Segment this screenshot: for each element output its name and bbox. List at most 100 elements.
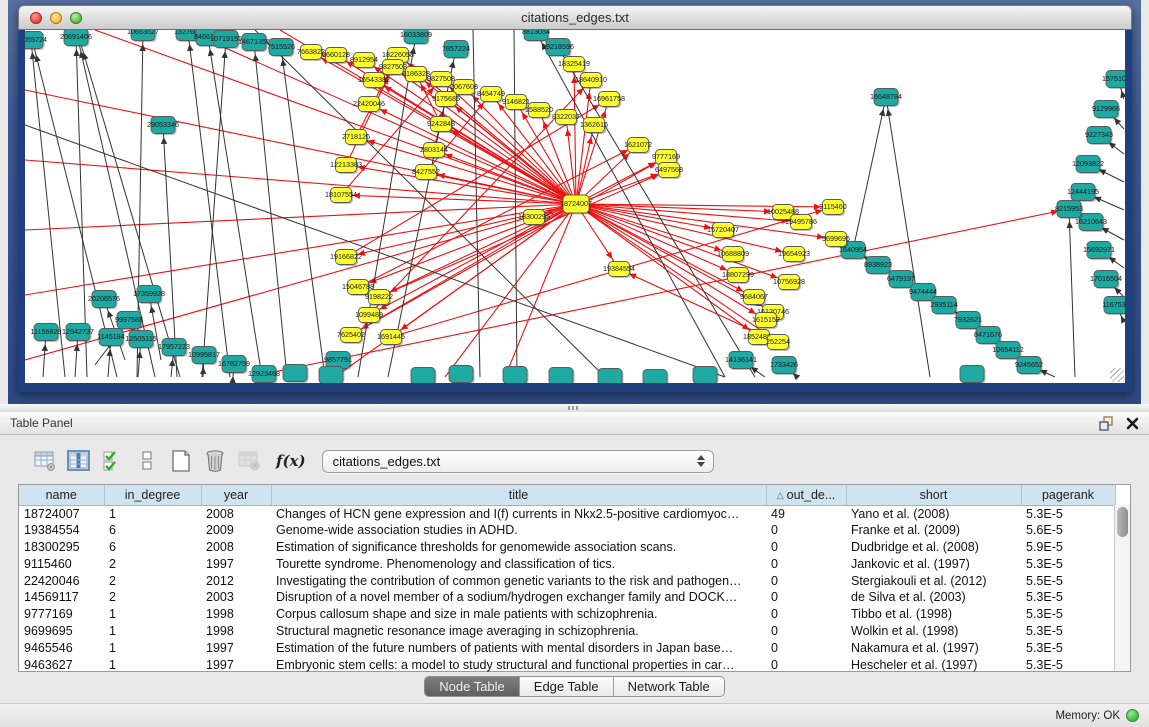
- table-cell[interactable]: 0: [766, 589, 846, 606]
- window-resize-grip[interactable]: [1110, 368, 1124, 382]
- table-cell[interactable]: 1997: [201, 555, 271, 572]
- table-cell[interactable]: de Silva et al. (2003): [846, 589, 1021, 606]
- table-cell[interactable]: 5.3E-5: [1021, 505, 1115, 522]
- edge-black[interactable]: [1069, 209, 1075, 377]
- tab-edge-table[interactable]: Edge Table: [520, 677, 614, 696]
- edge-red[interactable]: [25, 204, 576, 230]
- table-cell[interactable]: 9699695: [19, 623, 104, 640]
- table-cell[interactable]: 2003: [201, 589, 271, 606]
- table-cell[interactable]: 0: [766, 555, 846, 572]
- table-cell[interactable]: 5.3E-5: [1021, 656, 1115, 673]
- select-rows-icon[interactable]: [98, 447, 128, 475]
- table-row[interactable]: 946362711997Embryonic stem cells: a mode…: [19, 656, 1115, 673]
- table-cell[interactable]: 1998: [201, 606, 271, 623]
- table-cell[interactable]: 49: [766, 505, 846, 522]
- table-row[interactable]: 2242004622012Investigating the contribut…: [19, 572, 1115, 589]
- table-row[interactable]: 911546021997Tourette syndrome. Phenomeno…: [19, 555, 1115, 572]
- table-cell[interactable]: 9463627: [19, 656, 104, 673]
- tab-node-table[interactable]: Node Table: [425, 677, 520, 696]
- edge-red[interactable]: [25, 204, 576, 295]
- table-cell[interactable]: Tibbo et al. (1998): [846, 606, 1021, 623]
- column-header-name[interactable]: name: [19, 485, 104, 505]
- close-panel-icon[interactable]: [1126, 417, 1139, 430]
- table-cell[interactable]: 6: [104, 522, 201, 539]
- table-cell[interactable]: 2: [104, 589, 201, 606]
- graph-node-teal[interactable]: [449, 366, 473, 383]
- table-cell[interactable]: 0: [766, 656, 846, 673]
- create-column-icon[interactable]: [166, 447, 196, 475]
- table-cell[interactable]: Investigating the contribution of common…: [271, 572, 766, 589]
- table-cell[interactable]: 22420046: [19, 572, 104, 589]
- table-cell[interactable]: 9777169: [19, 606, 104, 623]
- table-scrollbar[interactable]: [1114, 505, 1130, 671]
- table-cell[interactable]: Embryonic stem cells: a model to study s…: [271, 656, 766, 673]
- table-cell[interactable]: 1998: [201, 623, 271, 640]
- table-cell[interactable]: 5.3E-5: [1021, 555, 1115, 572]
- table-row[interactable]: 977716911998Corpus callosum shape and si…: [19, 606, 1115, 623]
- table-row[interactable]: 1456911722003Disruption of a novel membe…: [19, 589, 1115, 606]
- table-cell[interactable]: 19384554: [19, 522, 104, 539]
- float-panel-icon[interactable]: [1099, 416, 1114, 431]
- table-cell[interactable]: 9465546: [19, 639, 104, 656]
- table-cell[interactable]: 6: [104, 539, 201, 556]
- table-cell[interactable]: Dudbridge et al. (2008): [846, 539, 1021, 556]
- table-cell[interactable]: Franke et al. (2009): [846, 522, 1021, 539]
- table-cell[interactable]: 1: [104, 623, 201, 640]
- table-cell[interactable]: 1997: [201, 656, 271, 673]
- graph-node-teal[interactable]: [411, 368, 435, 385]
- table-selector-dropdown[interactable]: citations_edges.txt: [322, 450, 714, 473]
- table-cell[interactable]: Corpus callosum shape and size in male p…: [271, 606, 766, 623]
- table-cell[interactable]: Changes of HCN gene expression and I(f) …: [271, 505, 766, 522]
- table-row[interactable]: 969969511998Structural magnetic resonanc…: [19, 623, 1115, 640]
- table-cell[interactable]: 5.9E-5: [1021, 539, 1115, 556]
- table-cell[interactable]: 0: [766, 539, 846, 556]
- table-cell[interactable]: 2012: [201, 572, 271, 589]
- table-cell[interactable]: 2: [104, 555, 201, 572]
- table-cell[interactable]: 2008: [201, 539, 271, 556]
- table-row[interactable]: 946554611997Estimation of the future num…: [19, 639, 1115, 656]
- table-cell[interactable]: Genome-wide association studies in ADHD.: [271, 522, 766, 539]
- graph-node-teal[interactable]: [549, 368, 573, 385]
- table-cell[interactable]: Tourette syndrome. Phenomenology and cla…: [271, 555, 766, 572]
- graph-node-teal[interactable]: [693, 367, 717, 384]
- table-cell[interactable]: 2: [104, 572, 201, 589]
- column-header-pagerank[interactable]: pagerank: [1021, 485, 1115, 505]
- table-cell[interactable]: 5.5E-5: [1021, 572, 1115, 589]
- table-row[interactable]: 1938455462009Genome-wide association stu…: [19, 522, 1115, 539]
- table-cell[interactable]: 0: [766, 522, 846, 539]
- tab-network-table[interactable]: Network Table: [614, 677, 724, 696]
- graph-node-teal[interactable]: [503, 367, 527, 384]
- table-cell[interactable]: 9115460: [19, 555, 104, 572]
- split-pane-divider[interactable]: [0, 404, 1149, 412]
- table-cell[interactable]: Wolkin et al. (1998): [846, 623, 1021, 640]
- divider-handle-icon[interactable]: [568, 406, 578, 410]
- table-cell[interactable]: 14569117: [19, 589, 104, 606]
- table-cell[interactable]: Estimation of the future numbers of pati…: [271, 639, 766, 656]
- column-header-title[interactable]: title: [271, 485, 766, 505]
- graph-node-teal[interactable]: [598, 369, 622, 385]
- table-cell[interactable]: 0: [766, 606, 846, 623]
- table-cell[interactable]: 2009: [201, 522, 271, 539]
- table-row[interactable]: 1872400712008Changes of HCN gene express…: [19, 505, 1115, 522]
- table-cell[interactable]: 1: [104, 606, 201, 623]
- table-scrollbar-thumb[interactable]: [1117, 507, 1128, 537]
- function-builder-icon[interactable]: f(x): [276, 452, 306, 470]
- table-cell[interactable]: 0: [766, 639, 846, 656]
- edge-red[interactable]: [25, 160, 576, 204]
- table-cell[interactable]: 1: [104, 639, 201, 656]
- table-cell[interactable]: 1: [104, 656, 201, 673]
- table-cell[interactable]: Stergiakouli et al. (2012): [846, 572, 1021, 589]
- column-header-year[interactable]: year: [201, 485, 271, 505]
- graph-node-teal[interactable]: [283, 365, 307, 382]
- table-cell[interactable]: 5.3E-5: [1021, 623, 1115, 640]
- column-header-short[interactable]: short: [846, 485, 1021, 505]
- edge-red[interactable]: [574, 64, 576, 204]
- table-row[interactable]: 1830029562008Estimation of significance …: [19, 539, 1115, 556]
- column-header-in_degree[interactable]: in_degree: [104, 485, 201, 505]
- table-settings-icon[interactable]: [30, 447, 60, 475]
- network-window-titlebar[interactable]: citations_edges.txt: [18, 5, 1132, 30]
- edge-black[interactable]: [853, 97, 886, 250]
- edge-black[interactable]: [188, 32, 230, 377]
- column-header-out_de[interactable]: △out_de...: [766, 485, 846, 505]
- table-cell[interactable]: 1997: [201, 639, 271, 656]
